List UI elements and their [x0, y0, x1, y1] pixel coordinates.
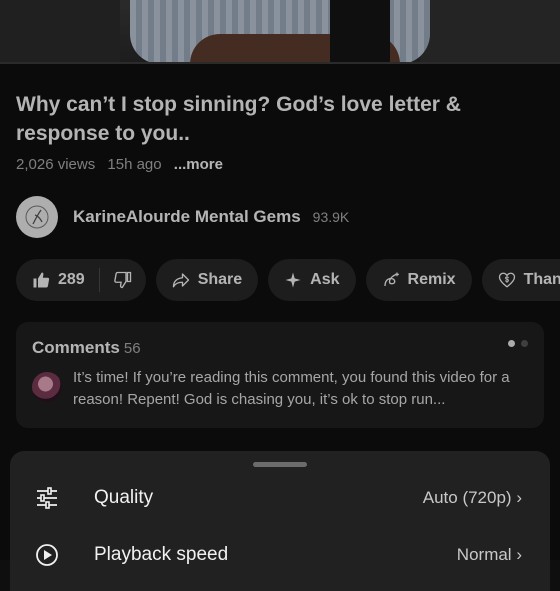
comments-card[interactable]: Comments 56 It’s time! If you’re reading … [16, 322, 544, 428]
subscriber-count: 93.9K [312, 209, 350, 225]
like-divider [98, 268, 100, 292]
upload-age: 15h ago [107, 156, 162, 173]
menu-item-quality[interactable]: Quality Auto (720p) › [10, 476, 550, 520]
commenter-avatar [32, 372, 62, 402]
chevron-right-icon: › [516, 545, 522, 564]
thumbs-down-icon[interactable] [113, 271, 132, 289]
carousel-dot-active [508, 340, 515, 347]
channel-name[interactable]: KarineAlourde Mental Gems [73, 207, 301, 227]
thanks-label: Thank [523, 271, 560, 288]
video-frame-background [0, 0, 120, 64]
menu-item-quality-label: Quality [94, 487, 154, 508]
menu-item-quality-value: Auto (720p) › [423, 488, 522, 508]
video-frame-background-right [420, 0, 560, 64]
quality-value-text: Auto (720p) [422, 488, 512, 507]
menu-item-playback-speed-label: Playback speed [94, 544, 229, 565]
sparkle-icon [285, 272, 301, 288]
video-title[interactable]: Why can’t I stop sinning? God’s love let… [16, 90, 536, 148]
chevron-right-icon: › [516, 488, 522, 507]
action-bar: 289 Share Ask Remix Thank [16, 259, 560, 301]
menu-item-playback-speed[interactable]: Playback speed Normal › [10, 533, 550, 577]
settings-bottom-sheet: Quality Auto (720p) › Playback speed Nor… [10, 451, 550, 591]
remix-label: Remix [407, 271, 456, 288]
video-progress-bar[interactable] [0, 62, 560, 64]
like-count[interactable]: 289 [58, 271, 85, 289]
comments-heading: Comments 56 [32, 338, 141, 358]
video-frame-hair [330, 0, 390, 64]
sliders-icon [37, 487, 57, 509]
carousel-dots [508, 340, 528, 347]
top-comment-text: It’s time! If you’re reading this commen… [73, 369, 510, 408]
sheet-drag-handle[interactable] [253, 462, 307, 467]
remix-button[interactable]: Remix [365, 259, 472, 301]
share-button[interactable]: Share [155, 259, 259, 301]
share-arrow-icon [172, 273, 189, 288]
carousel-dot [521, 340, 528, 347]
video-meta[interactable]: 2,026 views 15h ago ...more [16, 156, 231, 173]
ask-button[interactable]: Ask [268, 259, 356, 301]
video-player[interactable] [0, 0, 560, 64]
playback-speed-icon [36, 544, 58, 566]
channel-row[interactable]: KarineAlourde Mental Gems 93.9K [16, 196, 349, 238]
like-dislike-group: 289 [16, 259, 146, 301]
more-link[interactable]: ...more [174, 156, 223, 173]
comments-count: 56 [123, 340, 141, 357]
thanks-heart-dollar-icon [498, 272, 515, 288]
channel-avatar[interactable] [16, 196, 58, 238]
playback-speed-value-text: Normal [456, 545, 512, 564]
menu-item-playback-speed-value: Normal › [457, 545, 522, 565]
ask-label: Ask [310, 271, 340, 288]
thumbs-up-icon[interactable] [32, 271, 50, 289]
share-label: Share [197, 271, 243, 288]
comments-title: Comments [32, 338, 120, 357]
view-count: 2,026 views [16, 156, 96, 173]
remix-icon [383, 272, 399, 287]
thanks-button[interactable]: Thank [481, 259, 560, 301]
channel-logo-icon [25, 205, 49, 229]
